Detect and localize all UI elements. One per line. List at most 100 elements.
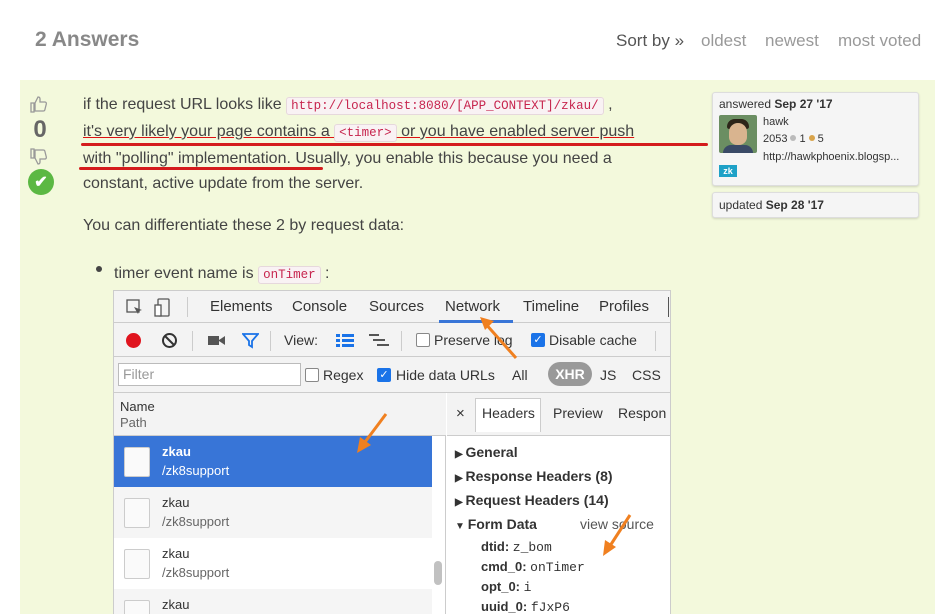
bullet-dot	[96, 266, 102, 272]
form-key: cmd_0:	[481, 559, 527, 574]
tab-timeline[interactable]: Timeline	[523, 298, 579, 315]
red-annotation-underline	[81, 143, 708, 146]
form-data-row: uuid_0: fJxP6	[481, 599, 570, 614]
inspect-cursor-icon[interactable]	[126, 299, 144, 317]
answered-label: answered	[719, 97, 775, 111]
section-response-headers[interactable]: ▶ Response Headers (8)	[455, 468, 613, 484]
request-path: /zk8support	[162, 463, 230, 478]
tab-elements[interactable]: Elements	[210, 298, 273, 315]
tab-console[interactable]: Console	[292, 298, 347, 315]
disable-cache-checkbox[interactable]: ✓	[531, 333, 545, 347]
detail-tabbar: × Headers Preview Respon	[447, 393, 670, 436]
request-name: zkau	[162, 495, 190, 510]
bullet-text: timer event name is	[114, 265, 259, 282]
clear-icon[interactable]	[161, 332, 178, 349]
request-name: zkau	[162, 597, 190, 612]
file-icon	[124, 600, 150, 614]
user-website-link[interactable]: http://hawkphoenix.blogsp...	[763, 151, 899, 163]
section-general[interactable]: ▶ General	[455, 444, 518, 460]
view-label: View:	[284, 332, 318, 348]
silver-badge-icon	[790, 135, 797, 141]
answer-text: if the request URL looks like	[83, 96, 287, 113]
network-filterbar: Filter Regex ✓ Hide data URLs All XHR JS…	[114, 357, 670, 393]
thumbs-down-icon[interactable]	[28, 147, 48, 167]
type-filter-all[interactable]: All	[512, 367, 528, 383]
form-value: i	[523, 580, 532, 595]
bullet-colon: :	[320, 265, 330, 282]
answered-user-card: answered Sep 27 '17 hawk 2053 1 5 http://h…	[712, 92, 919, 186]
bronze-badge-count: 5	[817, 133, 824, 145]
sort-most-voted-link[interactable]: most voted	[838, 31, 921, 51]
vote-column: 0 ✔	[28, 94, 54, 195]
tab-sources[interactable]: Sources	[369, 298, 424, 315]
sort-oldest-link[interactable]: oldest	[701, 31, 746, 51]
record-icon[interactable]	[126, 333, 141, 348]
sort-newest-link[interactable]: newest	[765, 31, 819, 51]
file-icon	[124, 447, 150, 477]
code-ontimer: onTimer	[258, 266, 321, 284]
answers-count-title: 2 Answers	[35, 28, 140, 51]
form-data-row: dtid: z_bom	[481, 539, 552, 555]
form-key: dtid:	[481, 539, 510, 554]
filter-funnel-icon[interactable]	[242, 332, 259, 349]
request-path: /zk8support	[162, 514, 230, 529]
form-data-row: opt_0: i	[481, 579, 531, 595]
answer-paragraph-2: You can differentiate these 2 by request…	[83, 217, 405, 234]
type-filter-css[interactable]: CSS	[632, 367, 661, 383]
avatar[interactable]	[719, 115, 757, 153]
filter-input[interactable]: Filter	[118, 363, 301, 386]
updated-label: updated	[719, 198, 766, 212]
section-label: General	[465, 444, 518, 460]
column-path: Path	[120, 415, 147, 430]
form-key: uuid_0:	[481, 599, 528, 614]
bronze-badge-icon	[808, 135, 815, 141]
preserve-log-checkbox[interactable]	[416, 333, 430, 347]
detail-tab-response[interactable]: Respon	[618, 405, 666, 421]
list-view-icon[interactable]	[336, 334, 354, 347]
request-detail-pane: × Headers Preview Respon ▶ General ▶ Res…	[447, 393, 670, 614]
type-filter-xhr[interactable]: XHR	[548, 362, 592, 386]
user-name-link[interactable]: hawk	[763, 116, 789, 128]
answer-line-1: if the request URL looks like http://loc…	[83, 92, 634, 119]
form-value: fJxP6	[530, 600, 570, 614]
tab-profiles[interactable]: Profiles	[599, 298, 649, 315]
form-data-row: cmd_0: onTimer	[481, 559, 585, 575]
request-path: /zk8support	[162, 565, 230, 580]
disable-cache-label: Disable cache	[549, 332, 637, 348]
close-icon[interactable]: ×	[456, 405, 465, 422]
bullet-item: timer event name is onTimer :	[114, 261, 329, 288]
request-row[interactable]: zkau /zk8support	[114, 538, 432, 589]
network-toolbar: View: Preserve log ✓ Disable cache	[114, 323, 670, 357]
code-url: http://localhost:8080/[APP_CONTEXT]/zkau…	[286, 97, 604, 115]
section-label: Request Headers (14)	[465, 492, 609, 508]
detail-tab-headers[interactable]: Headers	[482, 405, 535, 421]
camera-icon[interactable]	[208, 334, 226, 347]
detail-tab-preview[interactable]: Preview	[553, 405, 603, 421]
page: 2 Answers Sort by » oldest newest most v…	[0, 0, 941, 614]
answered-date: Sep 27 '17	[774, 97, 833, 111]
answer-line-4: constant, active update from the server.	[83, 175, 364, 192]
thumbs-up-icon[interactable]	[28, 94, 48, 114]
answer-line-2: it's very likely your page contains a <t…	[83, 119, 634, 146]
section-request-headers[interactable]: ▶ Request Headers (14)	[455, 492, 609, 508]
hide-data-urls-checkbox[interactable]: ✓	[377, 368, 391, 382]
regex-checkbox[interactable]	[305, 368, 319, 382]
updated-line: updated Sep 28 '17	[719, 198, 824, 212]
request-row[interactable]: zkau	[114, 589, 432, 614]
file-icon	[124, 549, 150, 579]
request-list-header[interactable]: Name Path	[114, 393, 446, 436]
request-row[interactable]: zkau /zk8support	[114, 487, 432, 538]
section-form-data[interactable]: ▼ Form Data	[455, 516, 537, 532]
regex-label: Regex	[323, 367, 364, 383]
waterfall-view-icon[interactable]	[369, 334, 389, 347]
device-mode-icon[interactable]	[154, 298, 172, 318]
request-list-scrollbar[interactable]	[434, 561, 442, 585]
code-timer: <timer>	[334, 124, 397, 142]
type-filter-js[interactable]: JS	[600, 367, 616, 383]
form-key: opt_0:	[481, 579, 520, 594]
section-label: Form Data	[467, 516, 537, 532]
updated-card: updated Sep 28 '17	[712, 192, 919, 218]
devtools-tabbar: Elements Console Sources Network Timelin…	[114, 291, 670, 323]
form-value: onTimer	[530, 560, 585, 575]
answered-line: answered Sep 27 '17	[719, 97, 833, 111]
